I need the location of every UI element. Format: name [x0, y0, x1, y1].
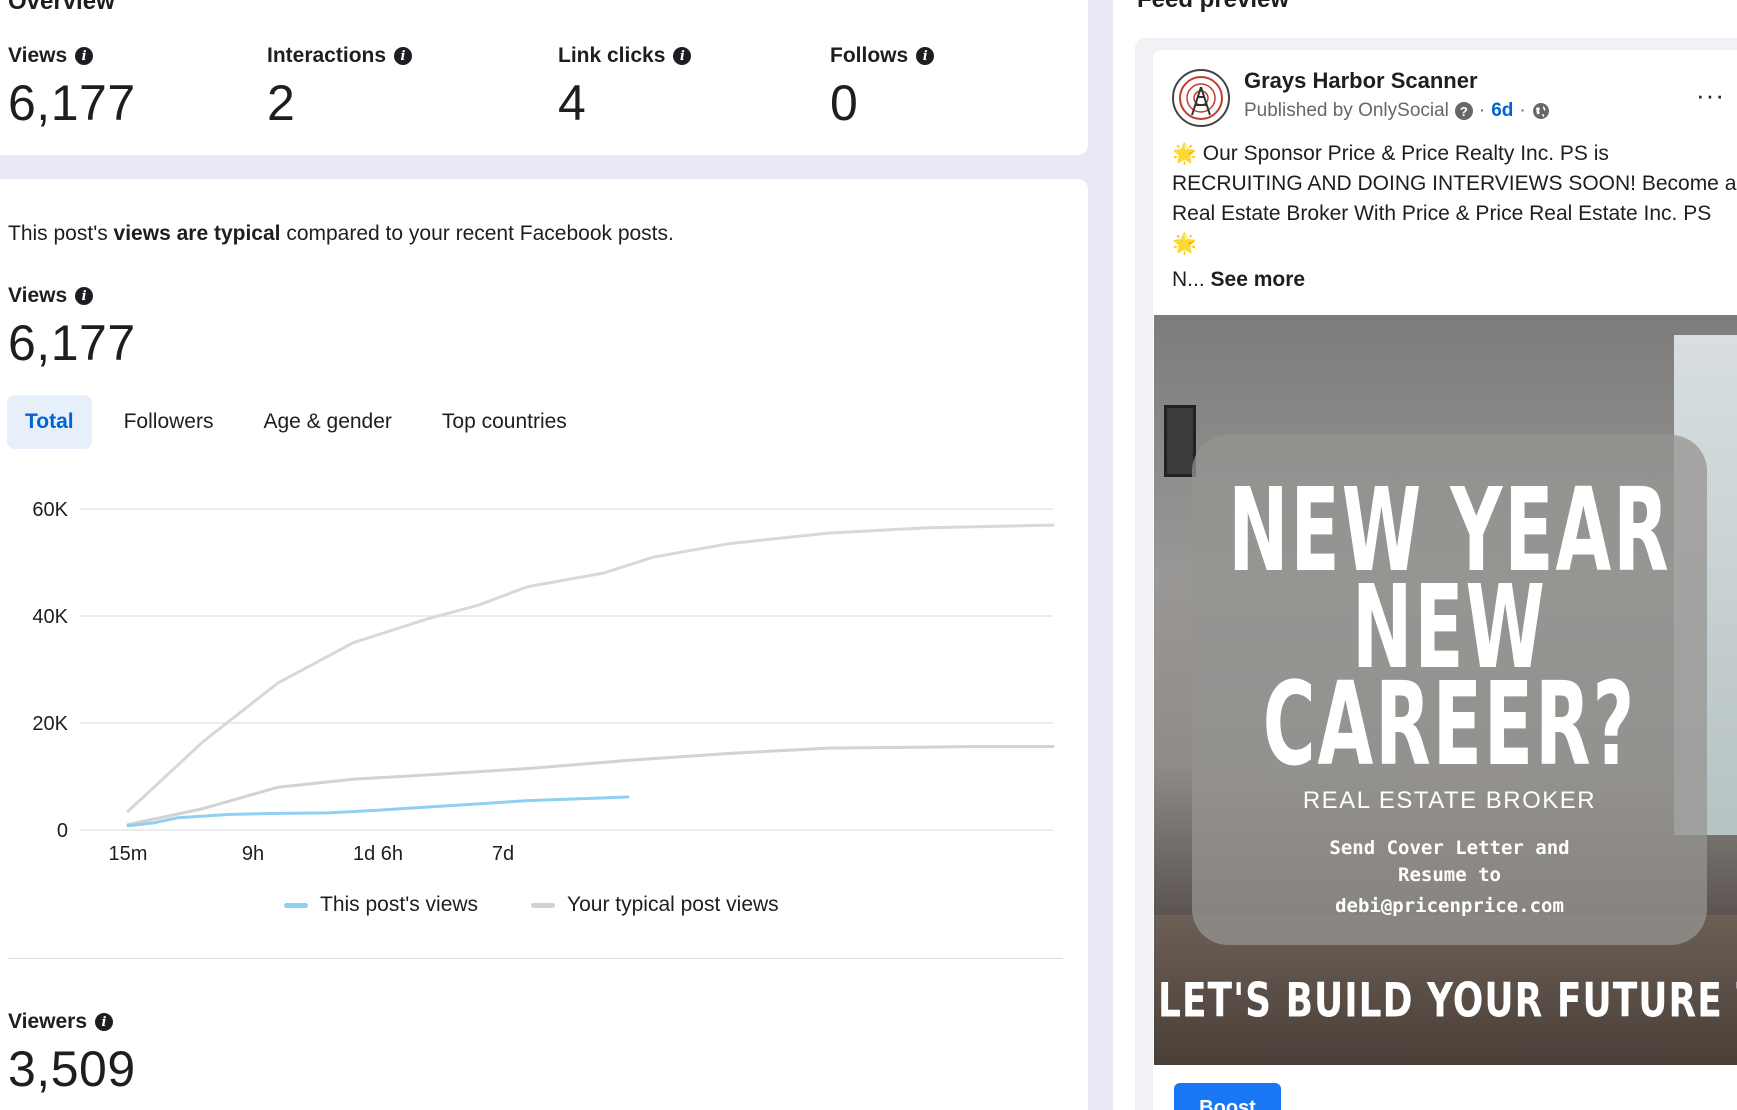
views-summary-text: This post's views are typical compared t…	[8, 222, 674, 246]
feed-preview-heading: Feed preview	[1137, 0, 1289, 14]
metric-interactions-value: 2	[267, 75, 296, 131]
divider	[8, 958, 1063, 959]
post-image[interactable]: NEW YEAR NEW CAREER? REAL ESTATE BROKER …	[1154, 315, 1737, 1065]
post-text: 🌟 Our Sponsor Price & Price Realty Inc. …	[1172, 139, 1737, 259]
overview-card: Overview Views i 6,177 Interactions i 2 …	[0, 0, 1088, 155]
sparkle-emoji: 🌟	[1172, 143, 1197, 165]
y-tick-label: 40K	[32, 606, 68, 628]
info-icon[interactable]: i	[75, 287, 94, 305]
info-icon[interactable]: i	[916, 47, 935, 65]
post-body: Our Sponsor Price & Price Realty Inc. PS…	[1172, 142, 1737, 225]
metric-follows-value: 0	[830, 75, 859, 131]
legend-item-typical: Your typical post views	[531, 893, 779, 917]
legend-swatch	[531, 902, 555, 908]
metric-views-label: Views	[8, 44, 68, 67]
tab-top-countries[interactable]: Top countries	[424, 395, 585, 449]
metric-interactions: Interactions i 2	[267, 42, 413, 132]
image-subtitle: REAL ESTATE BROKER	[1302, 787, 1597, 814]
views-value: 6,177	[8, 315, 136, 371]
breakdown-tabs: Total Followers Age & gender Top countri…	[7, 395, 599, 449]
legend-label: This post's views	[320, 893, 479, 916]
meta-separator: ·	[1519, 100, 1526, 121]
y-tick-label: 0	[57, 820, 68, 842]
viewers-value: 3,509	[8, 1041, 136, 1097]
x-tick-label: 7d	[492, 843, 514, 865]
boost-button[interactable]: Boost	[1174, 1083, 1281, 1110]
page-name-link[interactable]: Grays Harbor Scanner	[1244, 68, 1478, 94]
viewers-label: Viewers	[8, 1010, 88, 1033]
tab-total[interactable]: Total	[7, 395, 92, 449]
views-label: Views	[8, 284, 68, 307]
tab-followers[interactable]: Followers	[106, 395, 232, 449]
metric-views: Views i 6,177	[8, 42, 136, 132]
viewers-metric: Viewers i 3,509	[8, 1008, 136, 1098]
info-icon[interactable]: i	[75, 47, 94, 65]
help-icon[interactable]: ?	[1454, 102, 1473, 120]
metric-follows-label: Follows	[830, 44, 909, 67]
series-line-0	[126, 795, 630, 828]
legend-label: Your typical post views	[567, 893, 779, 916]
metric-link-clicks: Link clicks i 4	[558, 42, 692, 132]
legend-item-this-post: This post's views	[284, 893, 478, 917]
tab-age-gender[interactable]: Age & gender	[245, 395, 409, 449]
views-metric: Views i 6,177	[8, 282, 136, 372]
image-banner-text: LET'S BUILD YOUR FUTURE TOGETHE	[1158, 975, 1737, 1029]
published-by-text: Published by OnlySocial	[1244, 100, 1449, 121]
summary-prefix: This post's	[8, 222, 114, 245]
sparkle-emoji: 🌟	[1172, 233, 1197, 255]
avatar[interactable]	[1172, 69, 1230, 127]
post-meta: Published by OnlySocial ? · 6d ·	[1244, 100, 1550, 122]
x-tick-label: 9h	[242, 843, 264, 865]
image-email: debi@pricenprice.com	[1335, 895, 1564, 917]
summary-bold: views are typical	[113, 222, 281, 245]
image-contact-line-2: Resume to	[1398, 864, 1501, 886]
info-icon[interactable]: i	[394, 47, 413, 65]
metric-follows: Follows i 0	[830, 42, 935, 132]
x-tick-label: 1d 6h	[353, 843, 403, 865]
y-tick-label: 20K	[32, 713, 68, 735]
image-contact-line-1: Send Cover Letter and	[1329, 837, 1570, 859]
metric-interactions-label: Interactions	[267, 44, 387, 67]
x-tick-label: 15m	[109, 843, 148, 865]
metric-views-value: 6,177	[8, 75, 136, 131]
meta-separator: ·	[1478, 100, 1486, 121]
insights-page: Overview Views i 6,177 Interactions i 2 …	[0, 0, 1737, 1110]
info-icon[interactable]: i	[95, 1013, 114, 1031]
globe-icon	[1532, 103, 1549, 119]
legend-swatch	[284, 902, 308, 908]
metric-link-clicks-value: 4	[558, 75, 587, 131]
post-truncated: N...	[1172, 268, 1205, 291]
see-more-link[interactable]: See more	[1211, 268, 1306, 291]
post-time-link[interactable]: 6d	[1491, 100, 1513, 122]
radio-tower-icon	[1179, 76, 1223, 120]
summary-suffix: compared to your recent Facebook posts.	[280, 222, 674, 245]
post-text-tail: N... See more	[1172, 268, 1305, 292]
metric-link-clicks-label: Link clicks	[558, 44, 666, 67]
image-title-line-3: CAREER?	[1262, 657, 1637, 792]
series-line-2	[126, 523, 1055, 813]
y-tick-label: 60K	[32, 499, 68, 521]
views-line-chart: 60K 40K 20K 0 15m 9h 1d 6h 7d	[32, 499, 1055, 865]
more-options-button[interactable]: ···	[1696, 80, 1725, 111]
info-icon[interactable]: i	[673, 47, 692, 65]
overview-heading: Overview	[8, 0, 115, 15]
